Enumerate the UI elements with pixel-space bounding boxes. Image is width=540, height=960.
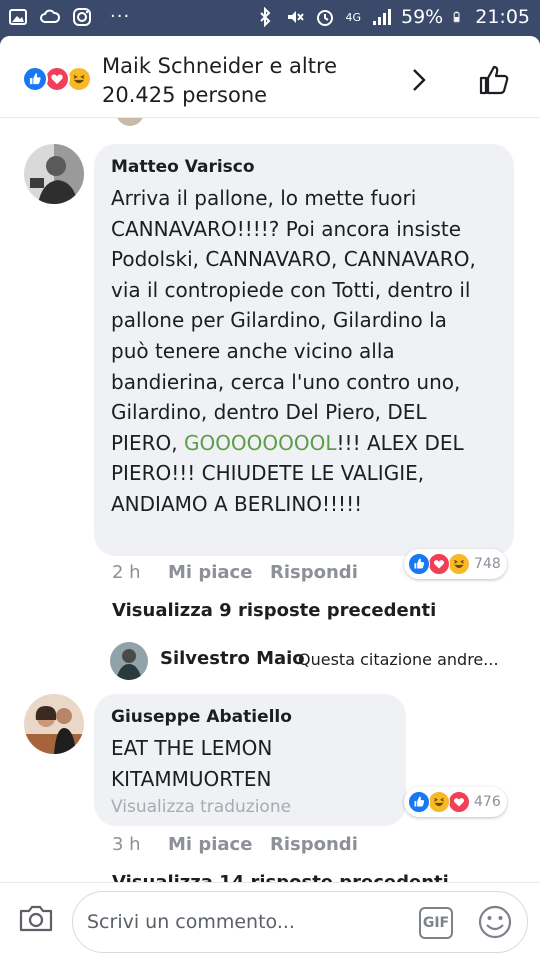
view-previous-replies[interactable]: Visualizza 9 risposte precedenti	[112, 600, 436, 621]
comment-bubble[interactable]: Giuseppe Abatiello EAT THE LEMON KITAMMU…	[94, 694, 406, 826]
avatar[interactable]	[24, 144, 84, 204]
reaction-count: 476	[474, 794, 501, 810]
comment-time: 3 h	[112, 834, 141, 855]
battery-percent: 59%	[401, 6, 444, 28]
reply-preview[interactable]: Silvestro Maio Questa citazione andre...	[110, 640, 530, 680]
reaction-count: 748	[474, 556, 501, 572]
gif-button[interactable]: GIF	[419, 907, 453, 939]
haha-reaction-icon	[428, 791, 450, 813]
reply-author[interactable]: Silvestro Maio	[160, 648, 305, 669]
haha-reaction-icon	[448, 553, 470, 575]
avatar	[110, 642, 148, 680]
cloud-icon	[40, 9, 60, 23]
reactions-header[interactable]: Maik Schneider e altre 20.425 persone	[0, 36, 540, 118]
love-reaction-icon	[448, 791, 470, 813]
comment-author[interactable]: Matteo Varisco	[111, 157, 255, 177]
status-bar: ··· 4G 59% 21:05	[0, 0, 540, 36]
comment-text: EAT THE LEMON KITAMMUORTEN	[111, 736, 273, 791]
comment-time: 2 h	[112, 562, 141, 583]
comment-bubble[interactable]: Matteo Varisco Arriva il pallone, lo met…	[94, 144, 514, 556]
avatar[interactable]	[24, 694, 84, 754]
chevron-right-icon[interactable]	[408, 66, 430, 94]
reply-button[interactable]: Rispondi	[270, 834, 358, 855]
like-comment-button[interactable]: Mi piace	[168, 834, 252, 855]
camera-icon[interactable]	[18, 903, 54, 933]
like-reaction-icon	[22, 66, 48, 92]
love-reaction-icon	[428, 553, 450, 575]
network-type: 4G	[345, 10, 361, 24]
comment-input-wrapper[interactable]: GIF	[72, 891, 528, 953]
comment-text-highlight: GOOOOOOOOL	[183, 430, 337, 455]
emoji-icon[interactable]	[477, 904, 513, 940]
like-reaction-icon	[408, 553, 430, 575]
reply-snippet: Questa citazione andre...	[298, 650, 499, 669]
comment-reactions[interactable]: 476	[404, 787, 507, 817]
comment-composer: GIF	[0, 882, 540, 960]
bluetooth-icon	[260, 7, 271, 27]
like-comment-button[interactable]: Mi piace	[168, 562, 252, 583]
instagram-icon	[73, 7, 91, 26]
reactors-title[interactable]: Maik Schneider e altre 20.425 persone	[102, 52, 392, 110]
gallery-icon	[9, 8, 27, 25]
comment-author[interactable]: Giuseppe Abatiello	[111, 707, 292, 727]
battery-icon	[453, 11, 460, 23]
comment-text-part: Arriva il pallone, lo mette fuori CANNAV…	[111, 186, 476, 455]
reaction-summary	[22, 66, 98, 94]
clock: 21:05	[475, 6, 530, 28]
alarm-icon	[317, 10, 334, 26]
like-post-icon[interactable]	[476, 62, 512, 98]
more-notifications-icon: ···	[110, 6, 131, 27]
comment-text: Arriva il pallone, lo mette fuori CANNAV…	[111, 183, 483, 520]
mute-icon	[288, 11, 305, 23]
translate-link[interactable]: Visualizza traduzione	[111, 797, 291, 817]
comment-reactions[interactable]: 748	[404, 549, 507, 579]
like-reaction-icon	[408, 791, 430, 813]
reply-button[interactable]: Rispondi	[270, 562, 358, 583]
comments-sheet: Maik Schneider e altre 20.425 persone Ma…	[0, 36, 540, 960]
comment-input[interactable]	[87, 906, 397, 938]
signal-icon	[373, 9, 391, 25]
